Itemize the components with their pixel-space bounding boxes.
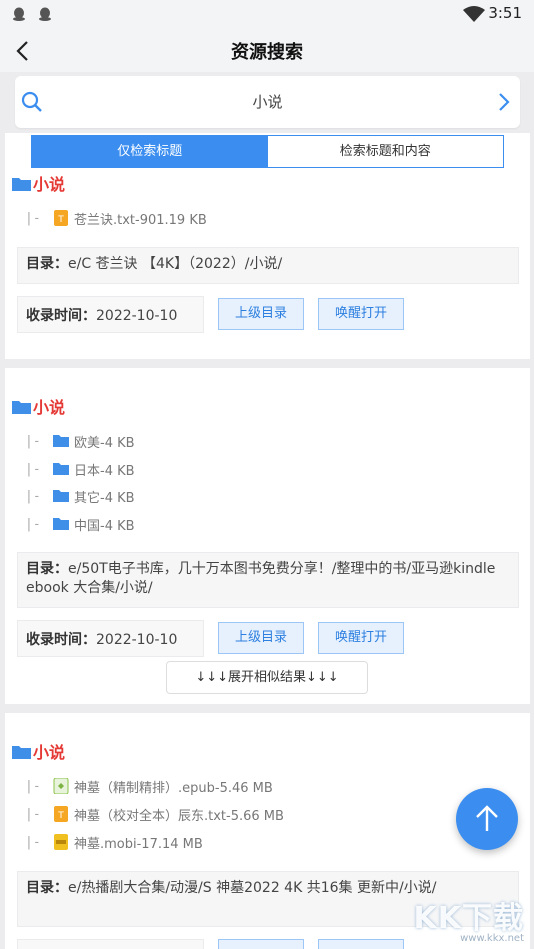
list-item[interactable]: |- T 神墓（校对全本）辰东.txt-5.66 MB bbox=[25, 804, 284, 824]
list-item[interactable]: |- 中国-4 KB bbox=[25, 514, 135, 534]
folder-icon bbox=[53, 461, 69, 477]
status-bar: 3:51 bbox=[0, 0, 534, 30]
watermark-logo: KK下载 bbox=[413, 901, 524, 936]
indexed-time: 收录时间：2022-10-10 bbox=[17, 620, 204, 657]
qq-notification-icon bbox=[13, 7, 25, 21]
directory-path: 目录：e/50T电子书库，几十万本图书免费分享！/整理中的书/亚马逊kindle… bbox=[17, 552, 519, 608]
list-item[interactable]: |- 欧美-4 KB bbox=[25, 431, 135, 451]
txt-file-icon: T bbox=[53, 210, 69, 226]
folder-icon bbox=[53, 433, 69, 449]
directory-path: 目录：e/C 苍兰诀 【4K】（2022）/小说/ bbox=[17, 247, 519, 284]
result-title[interactable]: 小说 bbox=[12, 739, 65, 763]
search-icon[interactable] bbox=[20, 90, 44, 114]
folder-icon bbox=[12, 400, 31, 414]
scroll-to-top-button[interactable] bbox=[456, 788, 518, 850]
wake-open-button[interactable]: 唤醒打开 bbox=[318, 622, 404, 654]
wifi-icon bbox=[463, 6, 485, 22]
result-title[interactable]: 小说 bbox=[12, 394, 65, 418]
app-bar: 资源搜索 bbox=[0, 30, 534, 72]
search-bar: 小说 bbox=[15, 76, 520, 128]
epub-file-icon bbox=[53, 777, 69, 795]
wake-open-button[interactable] bbox=[318, 939, 404, 949]
parent-directory-button[interactable] bbox=[218, 939, 304, 949]
folder-icon bbox=[12, 177, 31, 191]
qq-notification-icon bbox=[39, 7, 51, 21]
indexed-time: 收录时间：2022-10-10 bbox=[17, 296, 204, 333]
txt-file-icon: T bbox=[53, 806, 69, 822]
folder-icon bbox=[12, 745, 31, 759]
search-input[interactable]: 小说 bbox=[55, 91, 480, 112]
result-card: 小说 |- 欧美-4 KB |- 日本-4 KB |- 其它-4 KB |- 中… bbox=[5, 368, 530, 704]
result-title[interactable]: 小说 bbox=[12, 171, 65, 195]
list-item[interactable]: |- T 苍兰诀.txt-901.19 KB bbox=[25, 208, 207, 228]
list-item[interactable]: |- 神墓.mobi-17.14 MB bbox=[25, 832, 203, 852]
page-title: 资源搜索 bbox=[231, 42, 303, 63]
folder-icon bbox=[53, 488, 69, 504]
list-item[interactable]: |- 其它-4 KB bbox=[25, 486, 135, 506]
chevron-right-icon[interactable] bbox=[496, 90, 512, 114]
mobi-file-icon bbox=[53, 834, 69, 850]
list-item[interactable]: |- 日本-4 KB bbox=[25, 459, 135, 479]
folder-icon bbox=[53, 516, 69, 532]
indexed-time bbox=[17, 939, 204, 949]
parent-directory-button[interactable]: 上级目录 bbox=[218, 622, 304, 654]
arrow-up-icon bbox=[476, 805, 498, 831]
svg-text:T: T bbox=[57, 811, 64, 821]
parent-directory-button[interactable]: 上级目录 bbox=[218, 298, 304, 330]
svg-text:T: T bbox=[57, 215, 64, 225]
watermark: KK下载 www.kkx.net bbox=[414, 893, 525, 944]
clock: 3:51 bbox=[488, 4, 522, 22]
list-item[interactable]: |- 神墓（精制精排）.epub-5.46 MB bbox=[25, 776, 273, 796]
tab-title-only[interactable]: 仅检索标题 bbox=[32, 136, 268, 167]
search-mode-toggle: 仅检索标题 检索标题和内容 bbox=[31, 135, 504, 168]
wake-open-button[interactable]: 唤醒打开 bbox=[318, 298, 404, 330]
expand-similar-button[interactable]: ↓↓↓展开相似结果↓↓↓ bbox=[166, 661, 368, 694]
tab-title-and-content[interactable]: 检索标题和内容 bbox=[268, 136, 504, 167]
